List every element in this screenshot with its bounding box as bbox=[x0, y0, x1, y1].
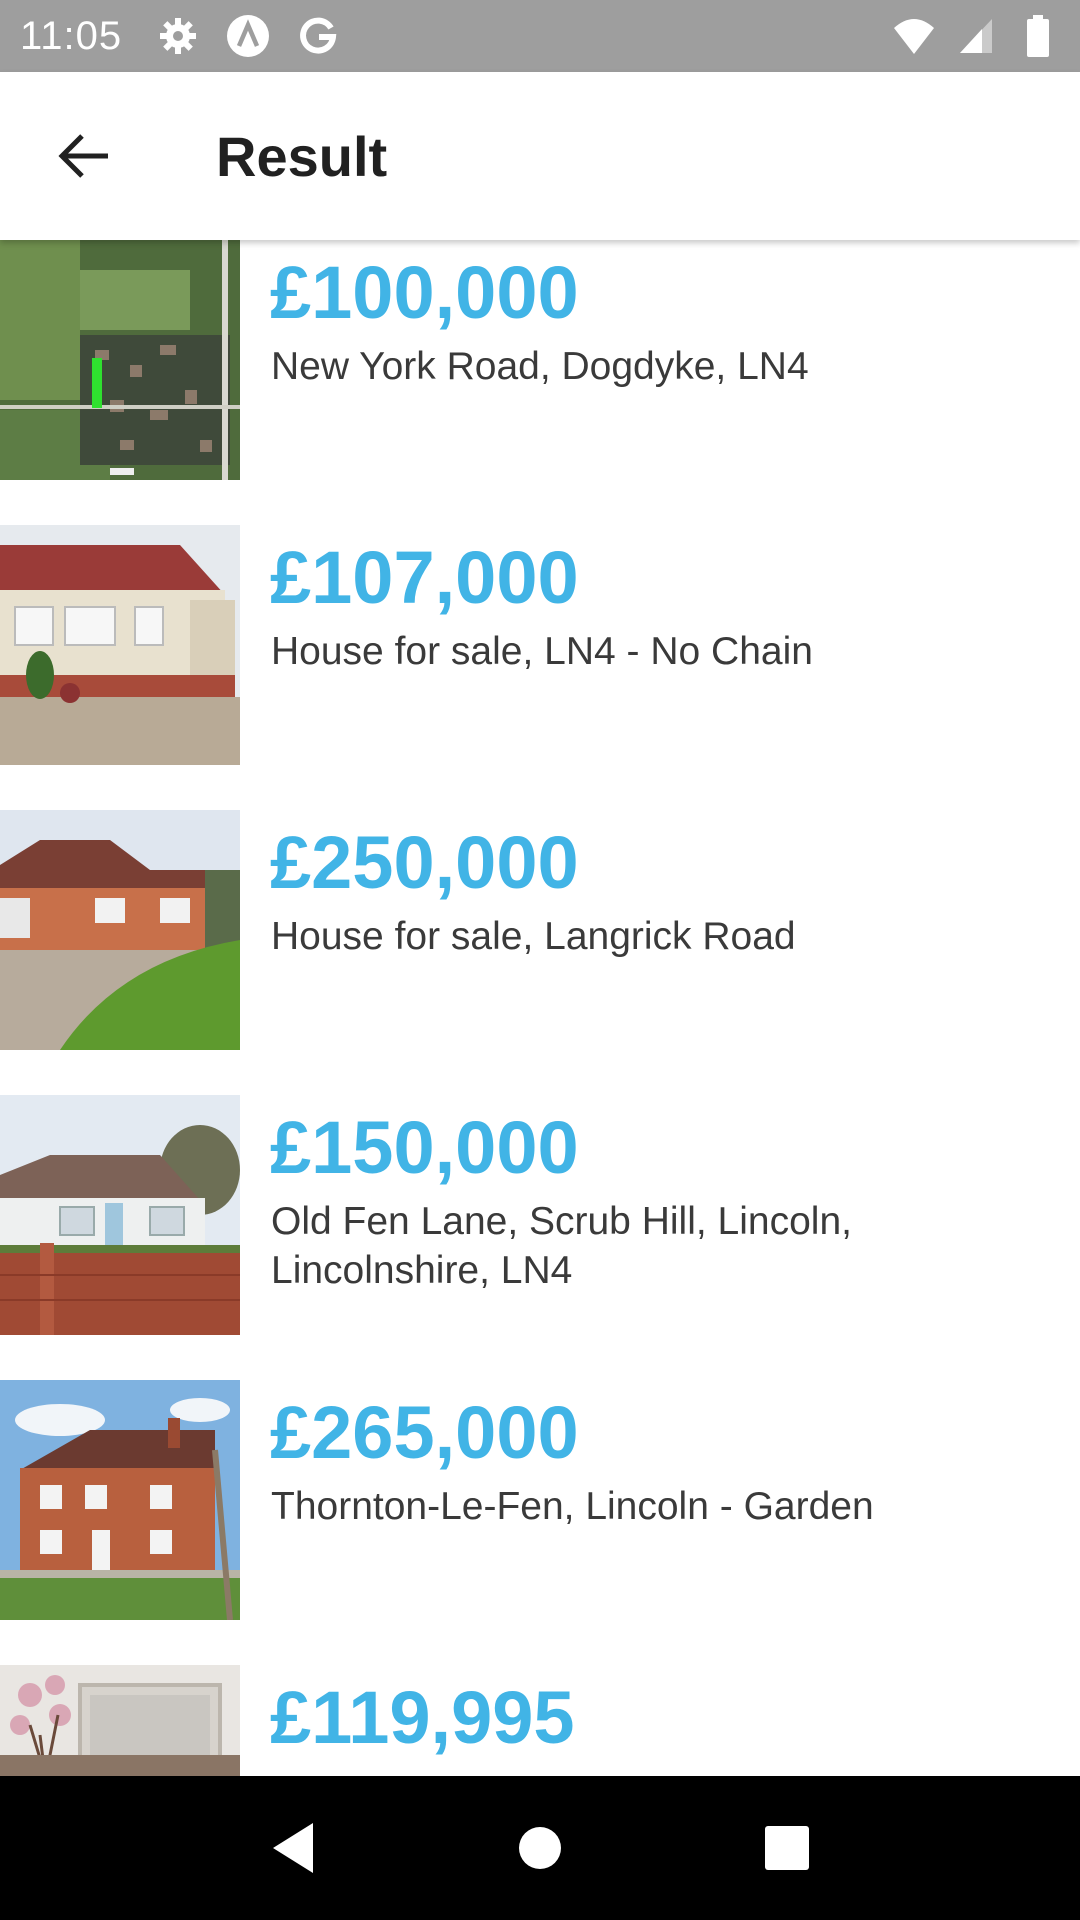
listing-thumbnail bbox=[0, 1665, 240, 1776]
a-badge-icon bbox=[226, 14, 270, 58]
app-bar: Result bbox=[0, 72, 1080, 240]
listing-list[interactable]: £100,000 New York Road, Dogdyke, LN4 £10… bbox=[0, 240, 1080, 1776]
wifi-icon bbox=[892, 14, 936, 58]
listing-price: £107,000 bbox=[270, 536, 579, 619]
google-g-icon bbox=[296, 14, 340, 58]
page-title: Result bbox=[216, 124, 388, 188]
status-right-group bbox=[874, 14, 1060, 58]
listing-address: Old Fen Lane, Scrub Hill, Lincoln, Linco… bbox=[271, 1200, 852, 1292]
listing-thumbnail bbox=[0, 810, 240, 1050]
nav-back-button[interactable] bbox=[253, 1808, 333, 1888]
listing-thumbnail bbox=[0, 240, 240, 480]
status-bar: 11:05 bbox=[0, 0, 1080, 72]
gear-icon bbox=[156, 14, 200, 58]
back-button[interactable] bbox=[0, 72, 168, 240]
status-time: 11:05 bbox=[20, 13, 123, 58]
listing-item[interactable]: £265,000 Thornton-Le-Fen, Lincoln - Gard… bbox=[0, 1380, 1080, 1620]
listing-thumbnail bbox=[0, 1380, 240, 1620]
listing-address: Thornton-Le-Fen, Lincoln - Garden bbox=[271, 1485, 874, 1528]
listing-item[interactable]: £107,000 House for sale, LN4 - No Chain bbox=[0, 525, 1080, 765]
listing-thumbnail bbox=[0, 525, 240, 765]
listing-item[interactable]: £119,995 bbox=[0, 1665, 1080, 1776]
nav-recents-button[interactable] bbox=[747, 1808, 827, 1888]
listing-item[interactable]: £250,000 House for sale, Langrick Road bbox=[0, 810, 1080, 1050]
recents-square-icon bbox=[764, 1826, 809, 1870]
listing-address: House for sale, Langrick Road bbox=[271, 915, 796, 958]
listing-price: £150,000 bbox=[270, 1106, 579, 1189]
battery-icon bbox=[1016, 14, 1060, 58]
listing-item[interactable]: £100,000 New York Road, Dogdyke, LN4 bbox=[0, 240, 1080, 480]
listing-address: New York Road, Dogdyke, LN4 bbox=[271, 345, 809, 388]
listing-address: House for sale, LN4 - No Chain bbox=[271, 630, 813, 673]
listing-thumbnail bbox=[0, 1095, 240, 1335]
listing-price: £265,000 bbox=[270, 1391, 579, 1474]
listing-price: £250,000 bbox=[270, 821, 579, 904]
listing-price: £100,000 bbox=[270, 251, 579, 334]
home-circle-icon bbox=[518, 1827, 561, 1869]
nav-home-button[interactable] bbox=[500, 1808, 580, 1888]
signal-icon bbox=[954, 14, 998, 58]
arrow-left-icon bbox=[58, 134, 108, 178]
system-nav-bar bbox=[0, 1776, 1080, 1920]
listing-item[interactable]: £150,000 Old Fen Lane, Scrub Hill, Linco… bbox=[0, 1095, 1080, 1335]
back-triangle-icon bbox=[273, 1823, 314, 1873]
listing-price: £119,995 bbox=[270, 1676, 575, 1759]
